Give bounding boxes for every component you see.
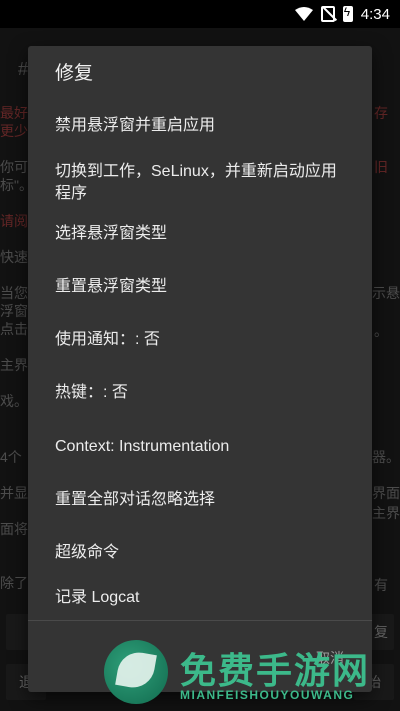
status-bar: 4:34 (0, 0, 400, 28)
menu-item-label: 切换到工作，SeLinux，并重新启动应用程序 (55, 163, 337, 202)
menu-item-reset-dialog-ignores[interactable]: 重置全部对话忽略选择 (28, 478, 372, 522)
watermark-logo (104, 640, 168, 704)
menu-item-label: Context: Instrumentation (55, 438, 230, 455)
site-watermark: 免费手游网 MIANFEISHOUYOUWANG (104, 638, 394, 708)
menu-item-label: 重置全部对话忽略选择 (55, 491, 216, 508)
wifi-icon (294, 7, 313, 21)
leaf-icon (115, 649, 157, 691)
battery-charging-icon (342, 5, 353, 22)
repair-menu-dialog: 修复 禁用悬浮窗并重启应用 切换到工作，SeLinux，并重新启动应用程序 选择… (28, 46, 372, 692)
menu-item-label: 超级命令 (55, 544, 120, 561)
dialog-divider (28, 620, 372, 621)
menu-item-use-notification[interactable]: 使用通知：: 否 (28, 318, 372, 362)
menu-item-label: 记录 Logcat (55, 589, 140, 606)
status-time: 4:34 (360, 5, 390, 23)
menu-item-select-float-type[interactable]: 选择悬浮窗类型 (28, 212, 372, 256)
menu-item-reset-float-type[interactable]: 重置悬浮窗类型 (28, 265, 372, 309)
menu-item-switch-work-selinux[interactable]: 切换到工作，SeLinux，并重新启动应用程序 (28, 150, 372, 216)
menu-item-context[interactable]: Context: Instrumentation (28, 425, 372, 469)
menu-item-super-command[interactable]: 超级命令 (28, 531, 372, 575)
watermark-subtitle: MIANFEISHOUYOUWANG (180, 688, 355, 702)
menu-item-hotkey[interactable]: 热键：: 否 (28, 371, 372, 415)
menu-item-label: 热键：: 否 (55, 384, 128, 401)
menu-item-label: 选择悬浮窗类型 (55, 225, 168, 242)
menu-item-disable-float-restart[interactable]: 禁用悬浮窗并重启应用 (28, 104, 372, 148)
dialog-title: 修复 (55, 63, 94, 84)
watermark-title: 免费手游网 (180, 650, 371, 691)
menu-item-record-logcat[interactable]: 记录 Logcat (28, 576, 372, 620)
no-sim-icon (320, 6, 335, 22)
menu-item-label: 使用通知：: 否 (55, 331, 160, 348)
menu-item-label: 禁用悬浮窗并重启应用 (55, 117, 216, 134)
menu-item-label: 重置悬浮窗类型 (55, 278, 168, 295)
